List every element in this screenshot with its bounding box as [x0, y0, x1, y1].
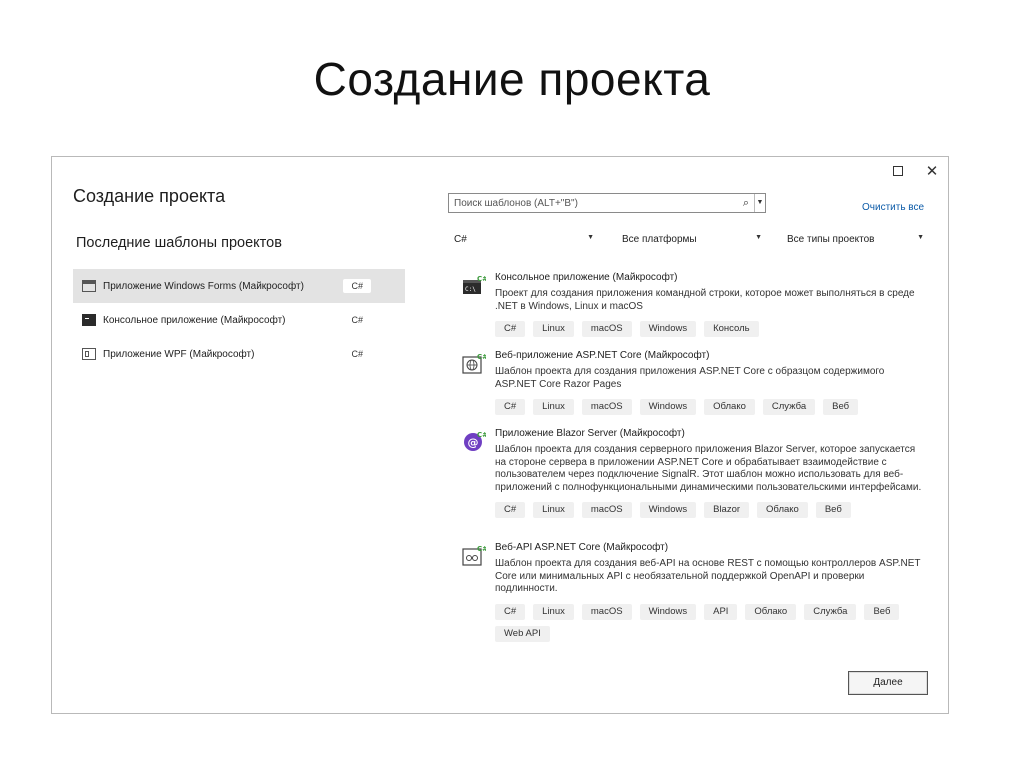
tag: Облако	[745, 603, 797, 620]
close-icon: ✕	[925, 163, 939, 180]
recent-item-wpf[interactable]: Приложение WPF (Майкрософт) C#	[73, 337, 405, 371]
console-app-icon: C:\ C#	[463, 275, 486, 294]
tag: Служба	[762, 399, 816, 415]
template-description: Проект для создания приложения командной…	[495, 288, 915, 312]
recent-item-winforms[interactable]: Приложение Windows Forms (Майкрософт) C#	[73, 269, 405, 303]
search-dropdown-icon[interactable]: ▼	[754, 194, 765, 212]
tag: C#	[495, 321, 526, 337]
tag: Windows	[639, 603, 697, 620]
tag: Windows	[639, 502, 697, 518]
svg-text:C#: C#	[477, 275, 486, 283]
tag: C#	[495, 603, 526, 620]
blazor-icon: @ C#	[464, 431, 486, 451]
template-name: Веб-API ASP.NET Core (Майкрософт)	[495, 542, 669, 553]
tag: Веб	[864, 603, 900, 620]
tag: Облако	[704, 399, 755, 415]
tag: Linux	[533, 399, 574, 415]
tag: Windows	[639, 321, 697, 337]
language-filter[interactable]: C# ▼	[454, 234, 594, 250]
project-type-filter[interactable]: Все типы проектов ▼	[787, 234, 924, 250]
template-name: Веб-приложение ASP.NET Core (Майкрософт)	[495, 350, 710, 361]
create-project-dialog: ✕ Создание проекта Последние шаблоны про…	[51, 156, 949, 714]
tag: Linux	[533, 502, 574, 518]
tag: Облако	[757, 502, 808, 518]
slide-title: Создание проекта	[313, 53, 711, 105]
recent-item-console[interactable]: Консольное приложение (Майкрософт) C#	[73, 303, 405, 337]
svg-text:C#: C#	[477, 431, 486, 439]
maximize-icon	[893, 166, 903, 176]
tag: Linux	[533, 603, 574, 620]
tag: Web API	[495, 625, 550, 642]
wpf-icon	[82, 348, 96, 360]
template-description: Шаблон проекта для создания приложения A…	[495, 366, 885, 390]
lang-badge: C#	[343, 279, 371, 293]
svg-text:C#: C#	[477, 353, 486, 361]
web-globe-icon: C#	[462, 353, 486, 374]
svg-text:C#: C#	[477, 545, 486, 553]
template-blazor-server[interactable]: @ C# Приложение Blazor Server (Майкрософ…	[448, 427, 928, 518]
recent-templates-heading: Последние шаблоны проектов	[76, 235, 282, 251]
tag: C#	[495, 502, 526, 518]
chevron-down-icon: ▼	[755, 234, 762, 241]
tag: Blazor	[704, 502, 750, 518]
template-aspnet-web-api[interactable]: C# Веб-API ASP.NET Core (Майкрософт) Шаб…	[448, 541, 928, 642]
clear-all-link[interactable]: Очистить все	[862, 202, 924, 213]
platform-filter-value: Все платформы	[622, 234, 697, 245]
tag: Windows	[639, 399, 697, 415]
lang-badge: C#	[351, 349, 363, 359]
project-type-filter-value: Все типы проектов	[787, 234, 875, 245]
template-search-input[interactable]: Поиск шаблонов (ALT+"В") ⌕ ▼	[448, 193, 766, 213]
console-icon	[82, 314, 96, 326]
template-name: Приложение Blazor Server (Майкрософт)	[495, 428, 685, 439]
tag: Веб	[823, 399, 859, 415]
template-name: Консольное приложение (Майкрософт)	[495, 272, 678, 283]
tag: macOS	[581, 603, 632, 620]
template-console-app[interactable]: C:\ C# Консольное приложение (Майкрософт…	[448, 271, 928, 337]
template-description: Шаблон проекта для создания серверного п…	[495, 444, 922, 493]
svg-text:C:\: C:\	[465, 286, 476, 293]
template-tags: C# Linux macOS Windows Blazor Облако Веб	[495, 502, 915, 518]
tag: macOS	[581, 321, 632, 337]
close-button[interactable]: ✕	[922, 163, 942, 181]
dialog-title: Создание проекта	[73, 186, 226, 206]
tag: Веб	[815, 502, 851, 518]
chevron-down-icon: ▼	[917, 234, 924, 241]
tag: Служба	[804, 603, 857, 620]
lang-badge: C#	[351, 315, 363, 325]
tag: Linux	[533, 321, 574, 337]
tag: macOS	[581, 399, 632, 415]
chevron-down-icon: ▼	[587, 234, 594, 241]
tag: API	[704, 603, 738, 620]
web-api-icon: C#	[462, 545, 486, 566]
tag: C#	[495, 399, 526, 415]
template-tags: C# Linux macOS Windows Консоль	[495, 321, 915, 337]
platform-filter[interactable]: Все платформы ▼	[622, 234, 762, 250]
maximize-button[interactable]	[888, 163, 908, 181]
recent-templates-list: Приложение Windows Forms (Майкрософт) C#…	[73, 269, 405, 371]
tag: Консоль	[704, 321, 759, 337]
tag: macOS	[581, 502, 632, 518]
template-tags: C# Linux macOS Windows API Облако Служба…	[495, 603, 915, 642]
template-aspnet-web-app[interactable]: C# Веб-приложение ASP.NET Core (Майкросо…	[448, 349, 928, 415]
search-icon[interactable]: ⌕	[738, 197, 754, 210]
winforms-icon	[82, 280, 96, 292]
template-tags: C# Linux macOS Windows Облако Служба Веб	[495, 399, 915, 415]
language-filter-value: C#	[454, 234, 467, 245]
template-description: Шаблон проекта для создания веб-API на о…	[495, 558, 921, 594]
search-placeholder: Поиск шаблонов (ALT+"В")	[454, 197, 578, 209]
next-button[interactable]: Далее	[848, 671, 928, 695]
